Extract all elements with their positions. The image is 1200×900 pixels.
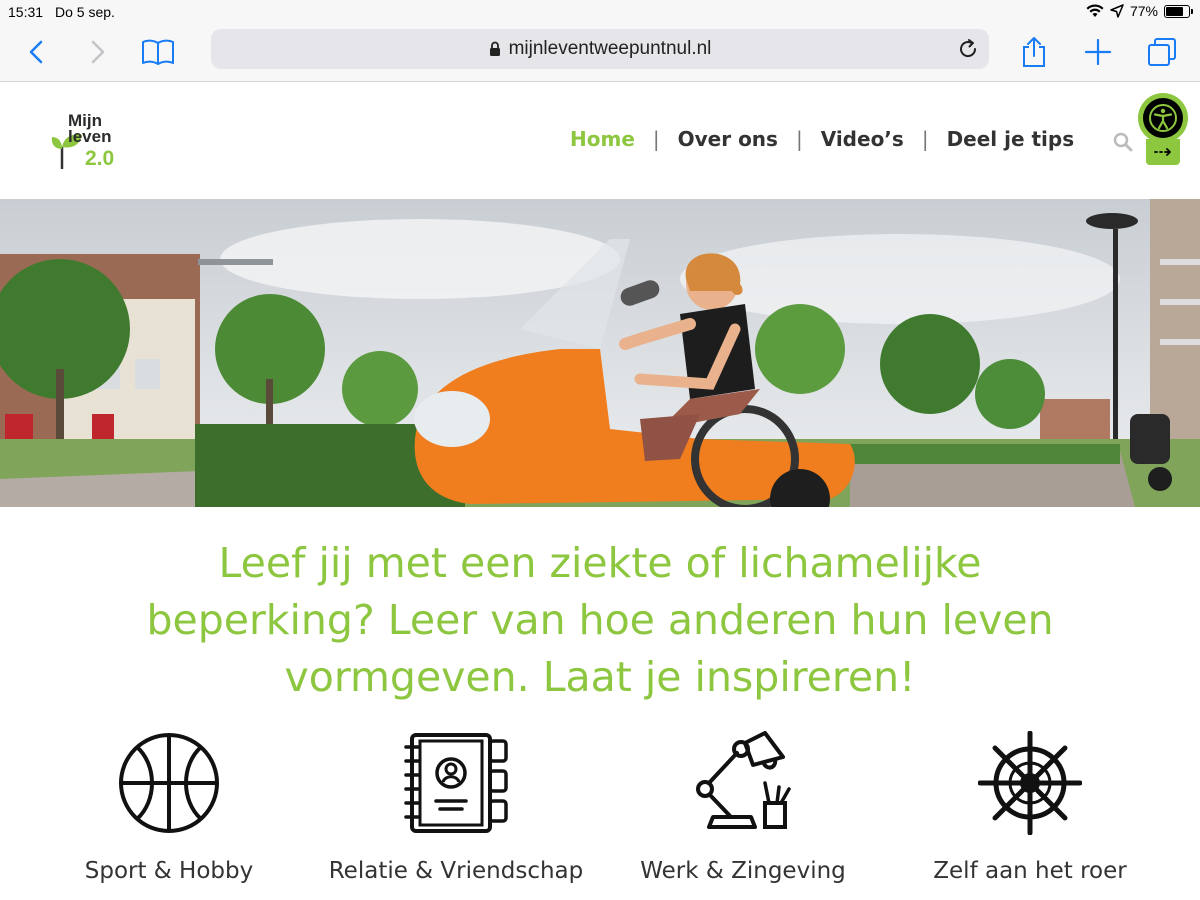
accessibility-button[interactable] xyxy=(1136,93,1190,165)
new-tab-button[interactable] xyxy=(1080,34,1116,70)
category-werk-zingeving[interactable]: Werk & Zingeving xyxy=(593,728,893,884)
bookmarks-button[interactable] xyxy=(140,34,176,70)
plus-icon xyxy=(1084,38,1112,66)
url-text: mijnleventweepuntnul.nl xyxy=(508,38,712,59)
tabs-icon xyxy=(1148,38,1176,66)
book-icon xyxy=(142,39,174,65)
category-label: Sport & Hobby xyxy=(84,858,254,884)
battery-percent: 77% xyxy=(1129,3,1158,19)
location-icon xyxy=(1110,4,1124,18)
main-nav: Home | Over ons | Video’s | Deel je tips xyxy=(570,127,1074,151)
share-button[interactable] xyxy=(1016,34,1052,70)
forward-button[interactable] xyxy=(80,34,116,70)
browser-toolbar: mijnleventweepuntnul.nl xyxy=(0,24,1200,82)
status-time: 15:31 xyxy=(8,4,44,20)
nav-separator: | xyxy=(652,127,660,151)
ship-wheel-icon xyxy=(978,731,1082,835)
site-header: Mijn leven 2.0 Home | Over ons | Video’s… xyxy=(0,83,1200,199)
accessibility-icon xyxy=(1149,104,1177,132)
chevron-left-icon xyxy=(29,40,43,64)
tabs-button[interactable] xyxy=(1144,34,1180,70)
status-right: 77% xyxy=(1086,3,1193,19)
nav-item-over-ons[interactable]: Over ons xyxy=(678,127,778,151)
headline: Leef jij met een ziekte of lichamelijke … xyxy=(146,539,1054,701)
url-bar[interactable]: mijnleventweepuntnul.nl xyxy=(211,29,989,69)
category-sport-hobby[interactable]: Sport & Hobby xyxy=(19,728,319,884)
search-button[interactable] xyxy=(1112,131,1134,157)
arrow-right-icon xyxy=(1154,148,1171,156)
nav-item-videos[interactable]: Video’s xyxy=(821,127,904,151)
category-label: Zelf aan het roer xyxy=(933,858,1127,884)
status-bar: 15:31 Do 5 sep. 77% xyxy=(0,0,1200,24)
desk-lamp-icon xyxy=(696,731,791,829)
logo-line3: 2.0 xyxy=(85,147,115,170)
site-logo[interactable]: Mijn leven 2.0 xyxy=(50,111,150,173)
hero-image xyxy=(0,199,1200,507)
nav-item-deel-je-tips[interactable]: Deel je tips xyxy=(947,127,1075,151)
nav-item-home[interactable]: Home xyxy=(570,127,635,151)
address-book-icon xyxy=(404,733,508,833)
category-label: Werk & Zingeving xyxy=(640,858,846,884)
hero-illustration xyxy=(0,199,1200,507)
category-list: Sport & Hobby Relatie & Vriendschap Werk… xyxy=(0,728,1200,900)
chevron-right-icon xyxy=(91,40,105,64)
lock-icon xyxy=(489,41,500,56)
nav-separator: | xyxy=(795,127,803,151)
battery-icon xyxy=(1164,4,1193,18)
category-zelf-aan-het-roer[interactable]: Zelf aan het roer xyxy=(880,728,1180,884)
category-relatie-vriendschap[interactable]: Relatie & Vriendschap xyxy=(306,728,606,884)
status-date: Do 5 sep. xyxy=(55,4,115,20)
wifi-icon xyxy=(1086,4,1104,17)
search-icon xyxy=(1113,132,1133,152)
logo-line2: leven xyxy=(68,127,112,146)
back-button[interactable] xyxy=(18,34,54,70)
reload-icon[interactable] xyxy=(957,38,979,60)
category-label: Relatie & Vriendschap xyxy=(328,858,584,884)
share-icon xyxy=(1023,37,1045,67)
basketball-icon xyxy=(119,733,219,833)
nav-separator: | xyxy=(921,127,929,151)
